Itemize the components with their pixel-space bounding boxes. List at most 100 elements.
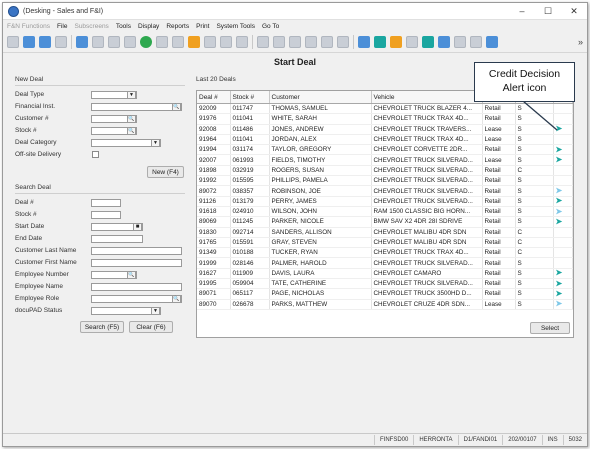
print-icon[interactable] <box>406 36 418 48</box>
customer-number-input[interactable]: 🔍 <box>91 115 137 123</box>
menu-go-to[interactable]: Go To <box>262 23 279 30</box>
menu-file[interactable]: File <box>57 23 67 30</box>
col-deal-number[interactable]: Deal # <box>197 91 231 104</box>
minimize-button[interactable]: – <box>509 6 535 16</box>
globe-icon[interactable] <box>358 36 370 48</box>
search-icon[interactable]: 🔍 <box>127 115 136 123</box>
table-row[interactable]: 91995 059904 TATE, CATHERINE CHEVROLET TRUC… <box>197 278 573 290</box>
save-as-icon[interactable] <box>92 36 104 48</box>
menu-system-tools[interactable]: System Tools <box>216 23 255 30</box>
tool-2-icon[interactable] <box>273 36 285 48</box>
chevron-down-icon[interactable]: ▼ <box>151 307 160 315</box>
table-row[interactable]: 91976 011041 WHITE, SARAH CHEVROLET TRUCK T… <box>197 113 573 125</box>
search-icon[interactable]: 🔍 <box>127 127 136 135</box>
employee-name-input[interactable] <box>91 283 182 291</box>
start-date-input[interactable]: ■ <box>91 223 143 231</box>
deals-grid[interactable]: Deal # Stock # Customer Vehicle 92009 011… <box>196 90 574 338</box>
select-button[interactable]: Select <box>530 322 570 334</box>
credit-decision-alert-icon[interactable]: ➤ <box>556 279 563 287</box>
table-row[interactable]: 91992 015595 PHILLIPS, PAMELA CHEVROLET TRU… <box>197 175 573 187</box>
credit-decision-alert-icon[interactable]: ➤ <box>556 289 563 297</box>
deal-number-input[interactable] <box>91 199 121 207</box>
menu-subscreens[interactable]: Subscreens <box>74 23 108 30</box>
search-button[interactable]: Search (F5) <box>80 321 124 333</box>
employee-number-input[interactable]: 🔍 <box>91 271 137 279</box>
alert-flag-icon[interactable] <box>374 36 386 48</box>
table-row[interactable]: 89070 026678 PARKS, MATTHEW CHEVROLET CRUZE… <box>197 299 573 310</box>
deal-type-select[interactable]: ▼ <box>91 91 137 99</box>
deal-category-select[interactable]: ▼ <box>91 139 161 147</box>
paste-icon[interactable] <box>236 36 248 48</box>
image-icon[interactable] <box>438 36 450 48</box>
credit-decision-alert-icon[interactable]: ➤ <box>556 187 563 195</box>
col-vehicle[interactable]: Vehicle <box>371 91 483 104</box>
search-icon[interactable]: 🔍 <box>172 295 181 303</box>
refresh-icon[interactable] <box>140 36 152 48</box>
financial-inst-input[interactable]: 🔍 <box>91 103 182 111</box>
credit-decision-alert-icon[interactable]: ➤ <box>556 156 563 164</box>
tool-5-icon[interactable] <box>321 36 333 48</box>
customer-last-name-input[interactable] <box>91 247 182 255</box>
menu-fni-functions[interactable]: F&N Functions <box>7 23 50 30</box>
save-icon[interactable] <box>76 36 88 48</box>
chart-icon[interactable] <box>454 36 466 48</box>
docupad-status-select[interactable]: ▼ <box>91 307 161 315</box>
table-row[interactable]: 92009 011747 THOMAS, SAMUEL CHEVROLET TRUCK… <box>197 103 573 115</box>
folder-icon[interactable] <box>188 36 200 48</box>
customer-first-name-input[interactable] <box>91 259 182 267</box>
close-button[interactable]: ✕ <box>561 6 587 17</box>
customer-icon[interactable] <box>422 36 434 48</box>
table-row[interactable]: 91999 028146 PALMER, HAROLD CHEVROLET TRUCK… <box>197 257 573 269</box>
new-deal-button[interactable]: New (F4) <box>147 166 184 178</box>
table-row[interactable]: 89069 011245 PARKER, NICOLE BMW SAV X2 4DR … <box>197 216 573 228</box>
table-row[interactable]: 91618 024910 WILSON, JOHN RAM 1500 CLASSIC … <box>197 206 573 218</box>
calendar-icon[interactable]: ■ <box>133 223 142 231</box>
stock-number-input[interactable]: 🔍 <box>91 127 137 135</box>
table-row[interactable]: 92007 061993 FIELDS, TIMOTHY CHEVROLET TRUC… <box>197 154 573 166</box>
tool-1-icon[interactable] <box>257 36 269 48</box>
table-row[interactable]: 91898 032919 ROGERS, SUSAN CHEVROLET TRUCK … <box>197 165 573 177</box>
clear-button[interactable]: Clear (F6) <box>129 321 173 333</box>
credit-decision-alert-icon[interactable]: ➤ <box>556 300 563 308</box>
credit-decision-alert-icon[interactable]: ➤ <box>556 269 563 277</box>
table-row[interactable]: 91765 015591 GRAY, STEVEN CHEVROLET MALIBU … <box>197 237 573 249</box>
table-row[interactable]: 89072 038357 ROBINSON, JOE CHEVROLET TRUCK … <box>197 185 573 197</box>
search-icon[interactable]: 🔍 <box>127 271 136 279</box>
toolbar-overflow-icon[interactable]: » <box>578 37 583 47</box>
new-document-icon[interactable] <box>7 36 19 48</box>
employee-role-input[interactable]: 🔍 <box>91 295 182 303</box>
table-row[interactable]: 89071 065117 PAGE, NICHOLAS CHEVROLET TRUCK… <box>197 288 573 300</box>
search-stock-number-input[interactable] <box>91 211 121 219</box>
table-row[interactable]: 91627 011909 DAVIS, LAURA CHEVROLET CAMARO R… <box>197 268 573 280</box>
erase-icon[interactable] <box>172 36 184 48</box>
calculator-icon[interactable] <box>108 36 120 48</box>
menu-print[interactable]: Print <box>196 23 209 30</box>
menu-reports[interactable]: Reports <box>166 23 189 30</box>
chevron-down-icon[interactable]: ▼ <box>151 139 160 147</box>
credit-decision-alert-icon[interactable]: ➤ <box>556 145 563 153</box>
table-row[interactable]: 91964 011041 JORDAN, ALEX CHEVROLET TRUCK T… <box>197 134 573 146</box>
credit-decision-alert-icon[interactable]: ➤ <box>556 207 563 215</box>
calendar-icon[interactable] <box>470 36 482 48</box>
dropdown-tool-icon[interactable] <box>39 36 51 48</box>
credit-decision-alert-icon[interactable]: ➤ <box>556 217 563 225</box>
menu-tools[interactable]: Tools <box>116 23 131 30</box>
search-tool-icon[interactable] <box>55 36 67 48</box>
maximize-button[interactable]: ☐ <box>535 6 561 17</box>
notes-icon[interactable] <box>390 36 402 48</box>
end-date-input[interactable] <box>91 235 143 243</box>
list-icon[interactable] <box>124 36 136 48</box>
col-customer[interactable]: Customer <box>269 91 372 104</box>
document-icon[interactable] <box>204 36 216 48</box>
table-row[interactable]: 91349 010188 TUCKER, RYAN CHEVROLET TRUCK T… <box>197 247 573 259</box>
attach-icon[interactable] <box>156 36 168 48</box>
edit-icon[interactable] <box>23 36 35 48</box>
table-row[interactable]: 91994 031174 TAYLOR, GREGORY CHEVROLET CORV… <box>197 144 573 156</box>
tool-3-icon[interactable] <box>289 36 301 48</box>
help-icon[interactable] <box>486 36 498 48</box>
chevron-down-icon[interactable]: ▼ <box>127 91 136 99</box>
table-row[interactable]: 92008 011486 JONES, ANDREW CHEVROLET TRUCK … <box>197 124 573 135</box>
offsite-delivery-checkbox[interactable] <box>92 151 99 158</box>
table-row[interactable]: 91830 092714 SANDERS, ALLISON CHEVROLET MAL… <box>197 227 573 238</box>
table-row[interactable]: 91126 013179 PERRY, JAMES CHEVROLET TRUCK S… <box>197 196 573 207</box>
